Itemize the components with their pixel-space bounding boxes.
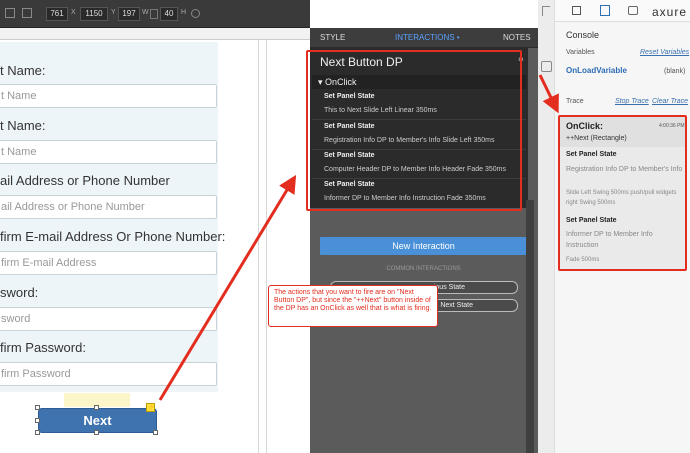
- arrow-to-trace: [538, 74, 559, 114]
- annotation-arrows: [158, 74, 559, 401]
- arrow-to-dp: [158, 174, 297, 401]
